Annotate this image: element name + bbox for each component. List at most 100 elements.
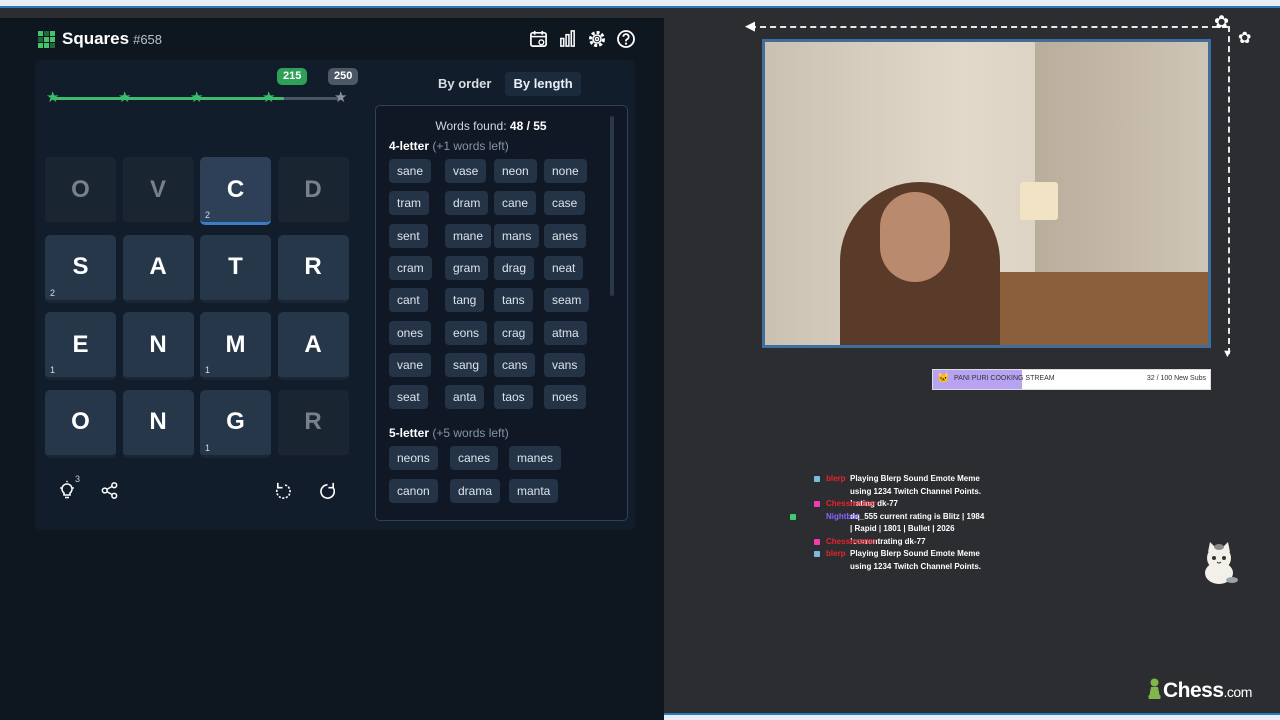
star-icon: ★ (46, 89, 60, 106)
found-word-chip[interactable]: drag (494, 255, 535, 280)
help-icon[interactable] (615, 28, 636, 49)
found-word-chip[interactable]: manta (509, 478, 559, 503)
calendar-icon[interactable] (528, 28, 549, 49)
chat-username[interactable]: blerp (826, 548, 846, 561)
found-word-chip[interactable]: tram (389, 191, 429, 216)
chat-line: Chessmaster !currentrating dk-77 (776, 536, 1016, 549)
found-word-chip[interactable]: ones (389, 320, 432, 345)
tile-letter: R (304, 253, 322, 280)
found-word-chip[interactable]: atma (544, 320, 587, 345)
letter-tile[interactable]: A (122, 234, 194, 303)
letter-tile[interactable]: G1 (200, 389, 271, 458)
found-word-chip[interactable]: dram (445, 191, 489, 216)
found-word-chip[interactable]: drama (450, 478, 501, 503)
chat-line: Chessmaster !rating dk-77 (776, 498, 1016, 511)
brand-main: Chess (1163, 679, 1224, 702)
tab-by-length[interactable]: By length (505, 72, 581, 96)
letter-tile[interactable]: A (277, 312, 349, 380)
found-word-chip[interactable]: vans (544, 352, 586, 377)
tab-by-order[interactable]: By order (430, 72, 499, 96)
found-word-chip[interactable]: mane (445, 223, 492, 248)
tile-letter: A (149, 253, 167, 280)
star-icon: ★ (262, 89, 276, 106)
chat-line: | Rapid | 1801 | Bullet | 2026 (776, 523, 1016, 536)
word-length-heading: 4-letter (+1 words left) (389, 139, 509, 153)
tile-letter: G (226, 408, 245, 435)
cat-mascot-icon (1198, 540, 1240, 586)
progress-fill (52, 97, 284, 100)
found-word-chip[interactable]: sent (389, 223, 428, 248)
letter-tile[interactable]: N (122, 389, 194, 458)
found-word-chip[interactable]: cane (494, 191, 537, 216)
star-icon: ★ (118, 89, 132, 106)
found-word-chip[interactable]: anta (445, 385, 485, 410)
letter-tile[interactable]: T (200, 234, 271, 303)
found-word-chip[interactable]: tans (494, 288, 533, 313)
found-word-chip[interactable]: cant (389, 288, 428, 313)
found-word-chip[interactable]: eons (445, 320, 488, 345)
found-word-chip[interactable]: sang (445, 352, 488, 377)
found-word-chip[interactable]: manes (509, 446, 562, 471)
streamer-face (880, 192, 950, 282)
letter-tile[interactable]: O (45, 157, 116, 225)
letter-tile[interactable]: E1 (45, 312, 116, 380)
found-word-chip[interactable]: case (544, 191, 586, 216)
sub-goal-bar: 🐱 PANI PURI COOKING STREAM 32 / 100 New … (932, 369, 1211, 390)
found-word-chip[interactable]: cans (494, 352, 536, 377)
found-word-chip[interactable]: none (544, 159, 587, 183)
letter-tile[interactable]: S2 (45, 234, 116, 303)
hint-button[interactable]: 3 (49, 472, 85, 508)
found-word-chip[interactable]: sane (389, 159, 432, 183)
found-word-chip[interactable]: seam (544, 288, 590, 313)
words-found-counter: Words found: 48 / 55 (435, 119, 547, 133)
chat-username[interactable]: Nightbot (826, 511, 859, 524)
found-word-chip[interactable]: tang (445, 288, 485, 313)
chat-badge-icon (814, 551, 820, 557)
chat-username[interactable]: blerp (826, 473, 846, 486)
letter-tile[interactable]: M1 (200, 312, 271, 380)
current-score-badge: 215 (277, 68, 308, 85)
found-word-chip[interactable]: cram (389, 255, 432, 280)
found-word-chip[interactable]: canon (389, 478, 438, 503)
chat-line: blerp Playing Blerp Sound Emote Meme (776, 473, 1016, 486)
chat-username[interactable]: Chessmaster (826, 498, 876, 511)
letter-tile[interactable]: V (122, 157, 194, 225)
found-word-chip[interactable]: taos (494, 385, 533, 410)
share-button[interactable] (91, 472, 127, 508)
found-word-chip[interactable]: crag (494, 320, 534, 345)
letter-tile[interactable]: R (277, 234, 349, 303)
found-word-chip[interactable]: neon (494, 159, 537, 183)
chat-badge-icon (814, 538, 820, 545)
letter-tile[interactable]: R (277, 389, 349, 458)
frame-dashed-top (750, 26, 1228, 28)
bottom-frame-bar (664, 713, 1280, 720)
chat-message: | Rapid | 1801 | Bullet | 2026 (850, 524, 955, 533)
found-word-chip[interactable]: noes (544, 385, 587, 410)
chat-line: blerp Playing Blerp Sound Emote Meme (776, 548, 1016, 561)
found-word-chip[interactable]: mans (494, 223, 540, 248)
chat-line: using 1234 Twitch Channel Points. (776, 486, 1016, 499)
game-tools: 3 (45, 472, 349, 509)
found-word-chip[interactable]: neat (544, 255, 584, 280)
gear-icon[interactable] (586, 28, 607, 49)
found-word-chip[interactable]: anes (544, 223, 587, 248)
letter-tile[interactable]: D (277, 157, 349, 225)
found-word-chip[interactable]: canes (450, 446, 499, 471)
chat-message: Playing Blerp Sound Emote Meme (850, 474, 980, 483)
letter-tile[interactable]: C2 (200, 157, 271, 225)
chat-username[interactable]: Chessmaster (826, 536, 876, 549)
found-word-chip[interactable]: vase (445, 159, 487, 183)
stats-icon[interactable] (557, 28, 578, 49)
found-word-chip[interactable]: gram (445, 255, 489, 280)
undo-button[interactable] (265, 472, 301, 508)
redo-button[interactable] (309, 472, 345, 508)
letter-tile[interactable]: N (122, 312, 194, 380)
chat-message: dq_555 current rating is Blitz | 1984 (850, 511, 985, 521)
found-word-chip[interactable]: seat (389, 385, 428, 410)
found-word-chip[interactable]: vane (389, 352, 432, 377)
words-scrollbar[interactable] (610, 116, 614, 296)
max-score-badge: 250 (328, 68, 359, 85)
letter-tile[interactable]: O (45, 389, 116, 458)
tile-letter: M (225, 330, 246, 358)
found-word-chip[interactable]: neons (389, 446, 438, 471)
